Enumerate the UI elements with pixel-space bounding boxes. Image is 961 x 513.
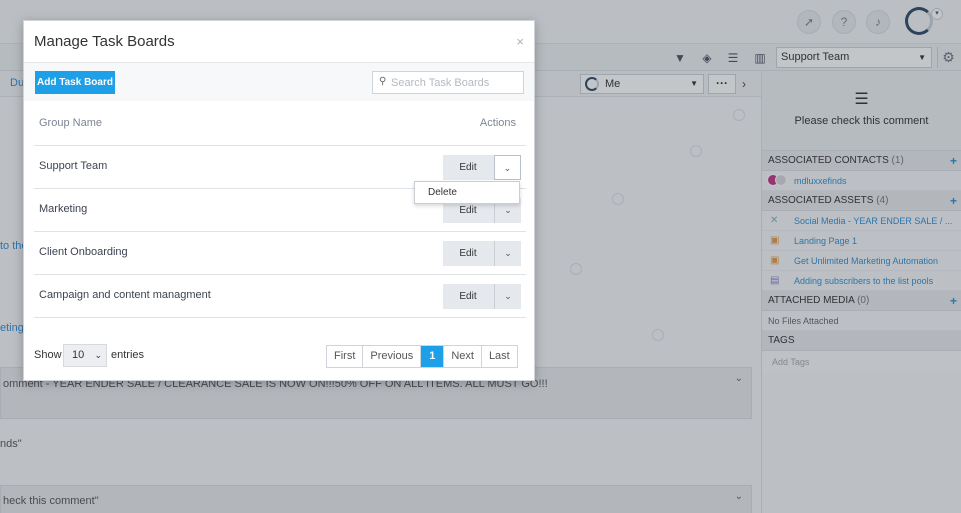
chevron-down-icon: ⌄ (94, 350, 102, 360)
edit-button[interactable]: Edit (443, 241, 493, 266)
manage-task-boards-modal: Manage Task Boards × Add Task Board ⚲ Gr… (23, 20, 535, 381)
row-actions: Edit ⌄ (443, 241, 521, 266)
row-actions: Edit ⌄ (443, 155, 521, 180)
table-header: Group Name Actions (34, 102, 526, 146)
show-label: Show (34, 349, 62, 361)
page-next-button[interactable]: Next (444, 346, 482, 367)
actions-dropdown-toggle[interactable]: ⌄ (494, 155, 521, 180)
edit-button[interactable]: Edit (443, 155, 493, 180)
close-icon[interactable]: × (516, 34, 524, 49)
search-icon: ⚲ (379, 76, 387, 87)
group-name: Campaign and content managment (39, 289, 211, 301)
page-last-button[interactable]: Last (481, 346, 517, 367)
table-row: Campaign and content managment Edit ⌄ (34, 275, 526, 318)
modal-header: Manage Task Boards × (24, 21, 534, 63)
actions-dropdown-toggle[interactable]: ⌄ (494, 284, 521, 309)
actions-dropdown-toggle[interactable]: ⌄ (494, 241, 521, 266)
search-input[interactable] (391, 74, 519, 91)
table-row: Client Onboarding Edit ⌄ (34, 232, 526, 275)
modal-toolbar: Add Task Board ⚲ (24, 63, 534, 101)
pagination: First Previous 1 Next Last (326, 345, 518, 368)
page-current-button[interactable]: 1 (421, 346, 445, 367)
column-header-actions: Actions (479, 117, 516, 129)
entries-label: entries (111, 349, 145, 361)
search-box[interactable]: ⚲ (372, 71, 524, 94)
delete-menu-item[interactable]: Delete (414, 181, 520, 204)
add-task-board-button[interactable]: Add Task Board (35, 71, 115, 94)
task-boards-table: Group Name Actions Support Team Edit ⌄ M… (34, 102, 526, 318)
entries-select[interactable]: 10 ⌄ (63, 344, 107, 367)
modal-title: Manage Task Boards (34, 33, 175, 50)
group-name: Support Team (39, 160, 108, 172)
row-actions: Edit ⌄ (443, 284, 521, 309)
page-previous-button[interactable]: Previous (363, 346, 422, 367)
group-name: Marketing (39, 203, 88, 215)
group-name: Client Onboarding (39, 246, 128, 258)
entries-value: 10 (72, 349, 85, 361)
page-first-button[interactable]: First (327, 346, 364, 367)
edit-button[interactable]: Edit (443, 284, 493, 309)
column-header-group-name: Group Name (39, 117, 102, 129)
